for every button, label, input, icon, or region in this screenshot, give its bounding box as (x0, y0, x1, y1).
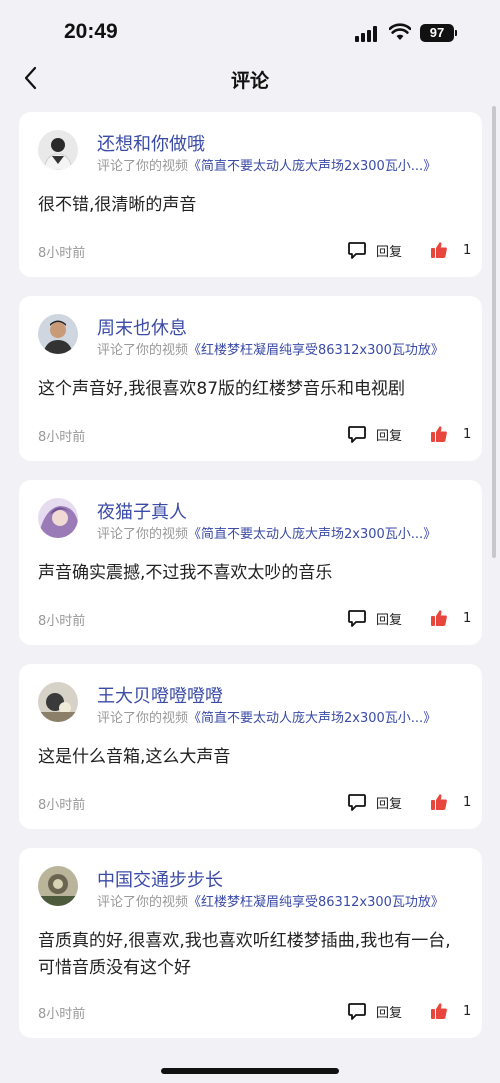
username[interactable]: 周末也休息 (97, 314, 187, 340)
like-count: 1 (463, 610, 472, 626)
like-button[interactable]: 1 (430, 239, 471, 261)
comment-context: 评论了你的视频《简直不要太动人庞大声场2x300瓦小...》 (97, 155, 436, 174)
action-text: 评论了你的视频 (97, 159, 189, 174)
thumbs-up-icon (431, 794, 447, 810)
comments-screen: 20:49 97 评论 还想和你做哦 评论了你的视频《简直不要太动人庞大声场2x… (0, 0, 500, 1083)
username[interactable]: 中国交通步步长 (97, 866, 223, 892)
like-count: 1 (463, 426, 472, 442)
comment-footer: 8小时前 回复 1 (38, 1000, 471, 1022)
status-bar: 20:49 97 (0, 0, 500, 60)
like-button[interactable]: 1 (430, 791, 471, 813)
video-link[interactable]: 《红楼梦枉凝眉纯享受86312x300瓦功放》 (188, 343, 444, 358)
comment-text: 很不错,很清晰的声音 (38, 195, 197, 215)
action-text: 评论了你的视频 (97, 527, 189, 542)
action-text: 评论了你的视频 (97, 711, 189, 726)
reply-button[interactable]: 回复 (347, 423, 402, 445)
battery-icon: 97 (420, 24, 454, 42)
comment-list: 还想和你做哦 评论了你的视频《简直不要太动人庞大声场2x300瓦小...》 很不… (19, 112, 482, 1057)
timestamp: 8小时前 (38, 246, 86, 261)
reply-button[interactable]: 回复 (347, 791, 402, 813)
battery-nub (455, 30, 457, 36)
signal-icon (355, 26, 381, 42)
comment-bubble-icon (348, 242, 366, 259)
comment-card: 还想和你做哦 评论了你的视频《简直不要太动人庞大声场2x300瓦小...》 很不… (19, 112, 482, 277)
like-button[interactable]: 1 (430, 607, 471, 629)
like-button[interactable]: 1 (430, 423, 471, 445)
scrollbar[interactable] (492, 106, 496, 558)
timestamp: 8小时前 (38, 614, 86, 629)
avatar[interactable] (38, 682, 78, 722)
comment-card: 王大贝噔噔噔噔 评论了你的视频《简直不要太动人庞大声场2x300瓦小...》 这… (19, 664, 482, 829)
comment-bubble-icon (348, 610, 366, 627)
timestamp: 8小时前 (38, 798, 86, 813)
comment-bubble-icon (348, 426, 366, 443)
reply-label: 回复 (376, 1005, 403, 1021)
home-indicator[interactable] (161, 1068, 339, 1074)
video-link[interactable]: 《简直不要太动人庞大声场2x300瓦小...》 (188, 527, 436, 542)
like-button[interactable]: 1 (430, 1000, 471, 1022)
comment-card: 中国交通步步长 评论了你的视频《红楼梦枉凝眉纯享受86312x300瓦功放》 音… (19, 848, 482, 1038)
reply-button[interactable]: 回复 (347, 607, 402, 629)
thumbs-up-icon (431, 610, 447, 626)
action-text: 评论了你的视频 (97, 343, 189, 358)
comment-footer: 8小时前 回复 1 (38, 239, 471, 261)
comment-footer: 8小时前 回复 1 (38, 607, 471, 629)
comment-footer: 8小时前 回复 1 (38, 791, 471, 813)
comment-bubble-icon (348, 794, 366, 811)
like-count: 1 (463, 1003, 472, 1019)
reply-label: 回复 (376, 244, 403, 260)
comment-bubble-icon (348, 1003, 366, 1020)
action-text: 评论了你的视频 (97, 895, 189, 910)
reply-button[interactable]: 回复 (347, 1000, 402, 1022)
thumbs-up-icon (431, 426, 447, 442)
comment-footer: 8小时前 回复 1 (38, 423, 471, 445)
avatar[interactable] (38, 314, 78, 354)
timestamp: 8小时前 (38, 1007, 86, 1022)
avatar[interactable] (38, 130, 78, 170)
reply-button[interactable]: 回复 (347, 239, 402, 261)
comment-context: 评论了你的视频《简直不要太动人庞大声场2x300瓦小...》 (97, 523, 436, 542)
avatar[interactable] (38, 866, 78, 906)
username[interactable]: 王大贝噔噔噔噔 (97, 682, 223, 708)
comment-text: 声音确实震撼,不过我不喜欢太吵的音乐 (38, 563, 333, 583)
comment-text: 这个声音好,我很喜欢87版的红楼梦音乐和电视剧 (38, 379, 406, 399)
video-link[interactable]: 《简直不要太动人庞大声场2x300瓦小...》 (188, 159, 436, 174)
comment-context: 评论了你的视频《简直不要太动人庞大声场2x300瓦小...》 (97, 707, 436, 726)
comment-card: 夜猫子真人 评论了你的视频《简直不要太动人庞大声场2x300瓦小...》 声音确… (19, 480, 482, 645)
comment-text: 这是什么音箱,这么大声音 (38, 747, 231, 767)
username[interactable]: 夜猫子真人 (97, 498, 187, 524)
thumbs-up-icon (431, 242, 447, 258)
nav-bar: 评论 (0, 56, 500, 100)
timestamp: 8小时前 (38, 430, 86, 445)
thumbs-up-icon (431, 1003, 447, 1019)
page-title: 评论 (230, 70, 269, 92)
video-link[interactable]: 《红楼梦枉凝眉纯享受86312x300瓦功放》 (188, 895, 444, 910)
like-count: 1 (463, 794, 472, 810)
status-time: 20:49 (64, 20, 118, 43)
username[interactable]: 还想和你做哦 (97, 130, 205, 156)
avatar[interactable] (38, 498, 78, 538)
wifi-icon (389, 23, 411, 40)
comment-context: 评论了你的视频《红楼梦枉凝眉纯享受86312x300瓦功放》 (97, 891, 444, 910)
video-link[interactable]: 《简直不要太动人庞大声场2x300瓦小...》 (188, 711, 436, 726)
reply-label: 回复 (376, 612, 403, 628)
comment-text: 音质真的好,很喜欢,我也喜欢听红楼梦插曲,我也有一台,可惜音质没有这个好 (38, 931, 451, 978)
reply-label: 回复 (376, 796, 403, 812)
comment-card: 周末也休息 评论了你的视频《红楼梦枉凝眉纯享受86312x300瓦功放》 这个声… (19, 296, 482, 461)
reply-label: 回复 (376, 428, 403, 444)
comment-context: 评论了你的视频《红楼梦枉凝眉纯享受86312x300瓦功放》 (97, 339, 444, 358)
like-count: 1 (463, 242, 472, 258)
